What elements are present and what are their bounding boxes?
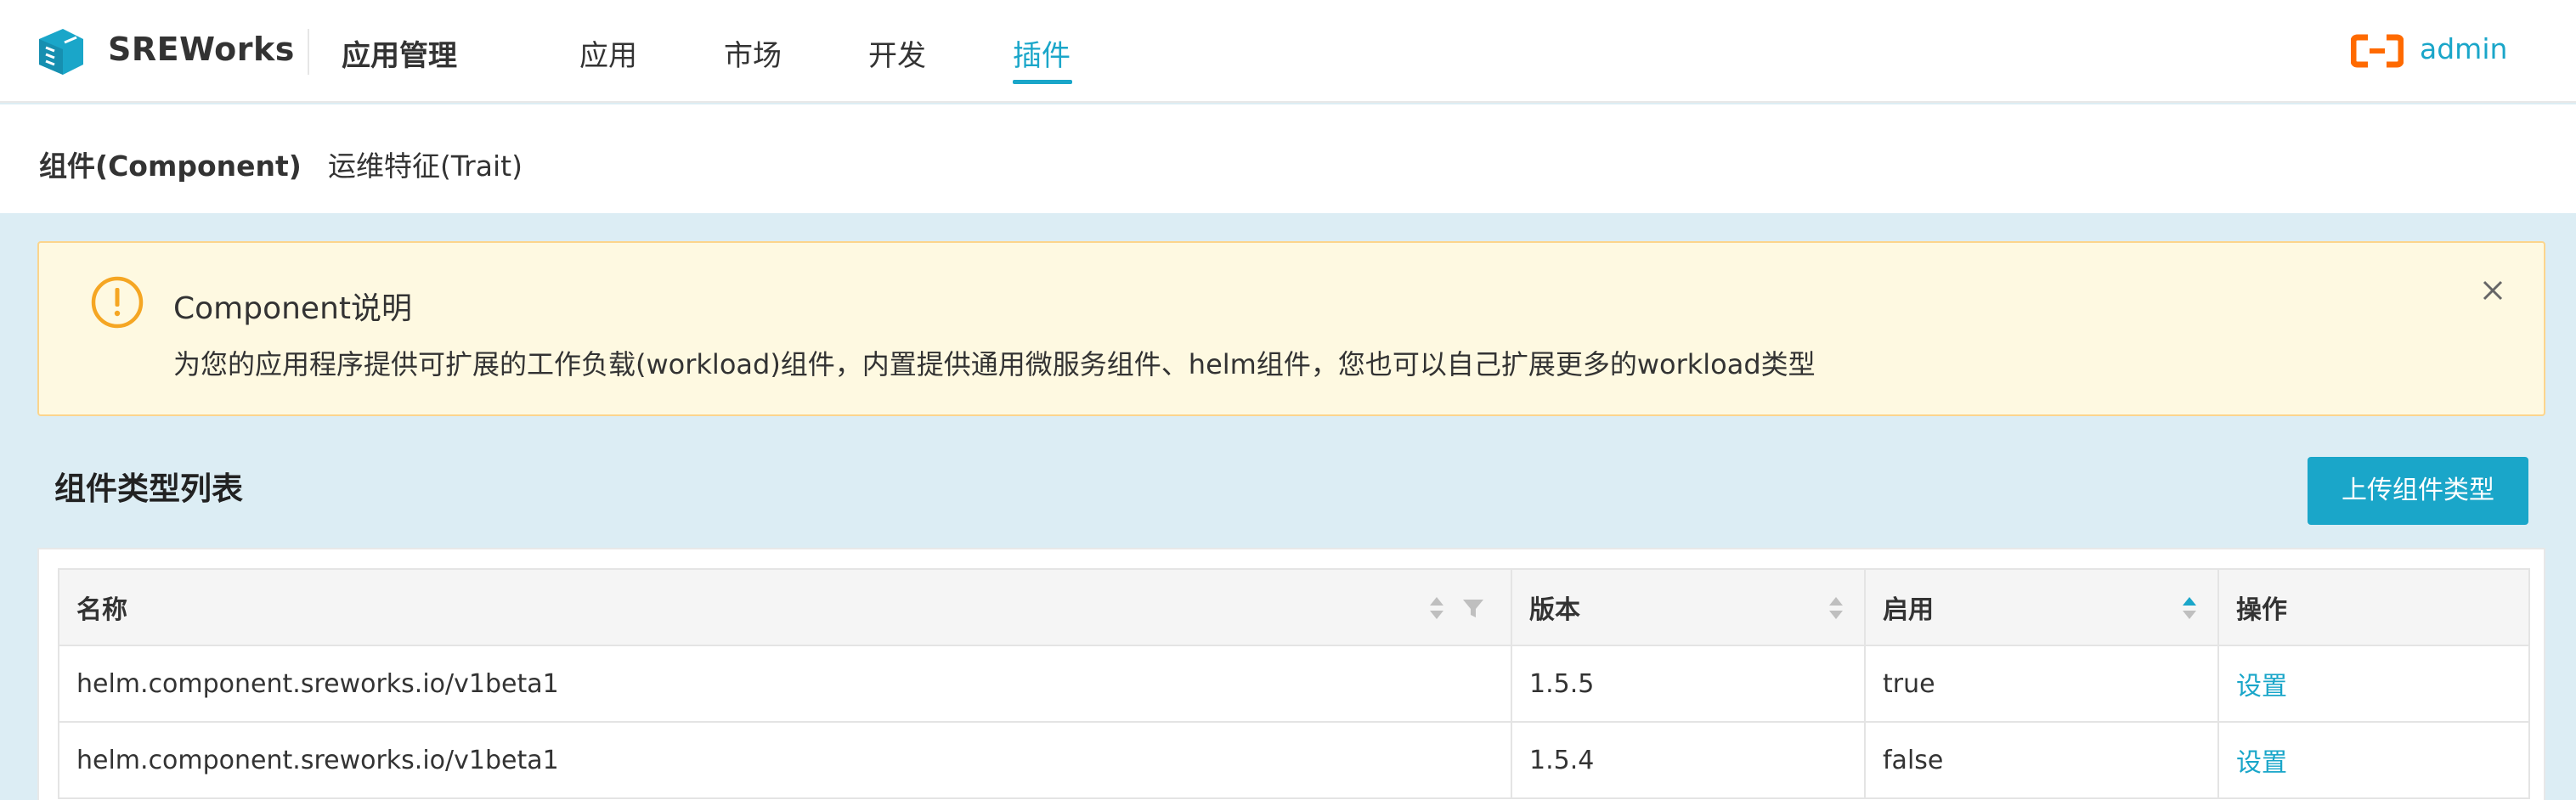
settings-link[interactable]: 设置 <box>2217 721 2530 799</box>
brand-name: SREWorks <box>108 31 295 68</box>
section-title: 组件类型列表 <box>54 470 243 507</box>
table-row: helm.component.sreworks.io/v1beta1 1.5.5… <box>58 645 2530 723</box>
sreworks-logo-icon <box>39 29 83 75</box>
close-icon[interactable] <box>2476 273 2510 307</box>
brand-divider <box>308 29 309 75</box>
column-header-enabled[interactable]: 启用 <box>1864 568 2219 646</box>
cell-version: 1.5.4 <box>1511 721 1866 799</box>
column-header-name[interactable]: 名称 <box>58 568 1512 646</box>
cell-name: helm.component.sreworks.io/v1beta1 <box>58 645 1512 723</box>
cell-enabled: true <box>1864 645 2219 723</box>
sub-navigation: 组件(Component) 运维特征(Trait) <box>0 104 2576 213</box>
tab-component[interactable]: 组件(Component) <box>39 144 302 184</box>
component-type-table: 名称 版本 启用 操作 helm.component.sreworks.io/v… <box>58 568 2530 799</box>
sort-ascending-icon[interactable] <box>2180 593 2199 623</box>
column-header-label: 名称 <box>76 595 127 625</box>
top-header: SREWorks 应用管理 应用 市场 开发 插件 admin <box>0 0 2576 103</box>
table-row: helm.component.sreworks.io/v1beta1 1.5.4… <box>58 721 2530 799</box>
user-menu[interactable]: admin <box>2420 32 2507 65</box>
nav-item-develop[interactable]: 开发 <box>868 32 926 74</box>
nav-item-plugins[interactable]: 插件 <box>1013 32 1071 74</box>
alert-title: Component说明 <box>173 291 413 326</box>
alert-description: 为您的应用程序提供可扩展的工作负载(workload)组件，内置提供通用微服务组… <box>173 348 1816 380</box>
info-alert: Component说明 为您的应用程序提供可扩展的工作负载(workload)组… <box>37 241 2545 416</box>
sort-icon[interactable] <box>1427 593 1446 623</box>
warning-circle-icon <box>91 276 144 329</box>
sort-icon[interactable] <box>1827 593 1845 623</box>
cell-enabled: false <box>1864 721 2219 799</box>
cell-version: 1.5.5 <box>1511 645 1866 723</box>
aliyun-logo-icon <box>2351 34 2404 68</box>
column-header-version[interactable]: 版本 <box>1511 568 1866 646</box>
tab-trait[interactable]: 运维特征(Trait) <box>328 144 523 184</box>
column-header-label: 启用 <box>1883 595 1934 625</box>
cell-name: helm.component.sreworks.io/v1beta1 <box>58 721 1512 799</box>
column-header-actions: 操作 <box>2217 568 2530 646</box>
upload-component-type-button[interactable]: 上传组件类型 <box>2308 457 2528 525</box>
table-card: 名称 版本 启用 操作 helm.component.sreworks.io/v… <box>37 548 2545 800</box>
column-header-label: 操作 <box>2236 595 2287 625</box>
nav-item-market[interactable]: 市场 <box>724 32 782 74</box>
sreworks-logo[interactable] <box>34 25 87 78</box>
settings-link[interactable]: 设置 <box>2217 645 2530 723</box>
column-header-label: 版本 <box>1529 595 1580 625</box>
table-header-row: 名称 版本 启用 操作 <box>58 568 2530 646</box>
nav-item-apps[interactable]: 应用 <box>579 32 637 74</box>
app-title: 应用管理 <box>342 39 457 73</box>
filter-icon[interactable] <box>1461 596 1485 620</box>
nav-active-underline <box>1013 80 1072 84</box>
